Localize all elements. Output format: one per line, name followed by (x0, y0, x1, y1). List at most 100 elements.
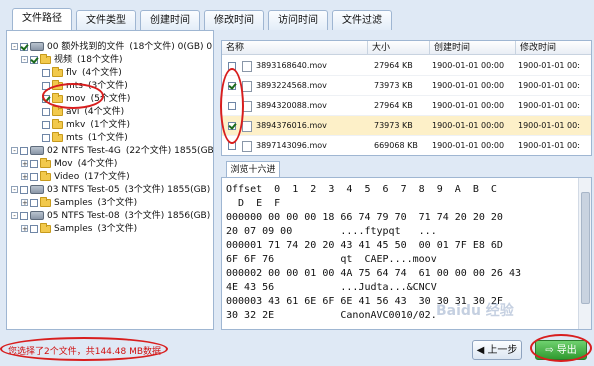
tree-checkbox[interactable] (20, 211, 28, 220)
tab-created-time[interactable]: 创建时间 (140, 10, 200, 30)
file-checkbox[interactable] (228, 61, 236, 70)
file-checkbox-cell (228, 96, 238, 115)
tree-checkbox[interactable] (30, 224, 38, 233)
drive-icon (30, 211, 44, 220)
file-row[interactable]: 3893224568.mov 73973 KB 1900-01-01 00:00 19… (222, 76, 591, 96)
tree-item[interactable]: mkv (1个文件) (33, 118, 130, 131)
tree-checkbox[interactable] (30, 55, 38, 64)
expand-icon[interactable]: + (21, 160, 28, 168)
tree-item-label: mov (66, 94, 86, 104)
tree-item[interactable]: flv (4个文件) (33, 66, 122, 79)
column-header-modified[interactable]: 修改时间 (516, 41, 591, 55)
column-header-size[interactable]: 大小 (368, 41, 430, 55)
tree-item-label: avi (66, 107, 80, 117)
tab-file-type[interactable]: 文件类型 (76, 10, 136, 30)
column-header-name[interactable]: 名称 (222, 41, 368, 55)
tree-checkbox[interactable] (42, 107, 50, 116)
tree-item[interactable]: mov (5个文件) (33, 92, 131, 105)
folder-icon (40, 170, 51, 181)
folder-icon (40, 53, 51, 64)
collapse-icon[interactable]: - (11, 147, 18, 155)
tree-item-count: (17个文件) (84, 172, 130, 182)
prev-button[interactable]: ◀ 上一步 (472, 340, 522, 360)
file-icon (242, 141, 252, 152)
file-row[interactable]: 3897143096.mov 669068 KB 1900-01-01 00:00 1… (222, 136, 591, 155)
hex-line: 000000 00 00 00 18 66 74 79 70 71 74 20 … (226, 212, 503, 223)
collapse-icon[interactable]: - (11, 186, 18, 194)
tree-item[interactable]: + Samples (3个文件) (21, 196, 138, 209)
tree-item[interactable]: avi (4个文件) (33, 105, 124, 118)
tree-checkbox[interactable] (30, 159, 38, 168)
tree-item[interactable]: + Video (17个文件) (21, 170, 130, 183)
file-modified-cell: 1900-01-01 00: (518, 141, 580, 150)
file-size-cell: 73973 KB (374, 81, 413, 90)
tree-item[interactable]: mts (3个文件) (33, 79, 128, 92)
tree-checkbox[interactable] (20, 42, 28, 51)
tree-item-label: mts (66, 81, 83, 91)
arrow-left-icon: ◀ (476, 345, 488, 356)
hex-line: 6F 6F 76 qt CAEP....moov (226, 254, 437, 265)
tree-item-label: 05 NTFS Test-08 (47, 211, 120, 221)
tree-item[interactable]: - 03 NTFS Test-05 (3个文件) 1855(GB) 0 (11, 184, 214, 196)
tree-item[interactable]: - 02 NTFS Test-4G (22个文件) 1855(GB) 0 (11, 145, 213, 157)
tab-accessed-time[interactable]: 访问时间 (268, 10, 328, 30)
tree-item-count: (3个文件) (97, 198, 138, 208)
tree-item[interactable]: mts (1个文件) (33, 131, 128, 144)
export-button[interactable]: ⇨ 导出 (535, 340, 587, 360)
expand-icon[interactable]: + (21, 199, 28, 207)
tree-item-count: (5个文件) (90, 94, 131, 104)
tree-checkbox[interactable] (42, 68, 50, 77)
tab-file-filter[interactable]: 文件过滤 (332, 10, 392, 30)
tree-checkbox[interactable] (42, 81, 50, 90)
expand-icon[interactable]: + (21, 173, 28, 181)
hex-line: Offset 0 1 2 3 4 5 6 7 8 9 A B C (226, 184, 497, 195)
tree-item-label: 00 额外找到的文件 (47, 42, 125, 52)
tree-checkbox[interactable] (20, 185, 28, 194)
collapse-icon[interactable]: - (21, 56, 28, 64)
file-checkbox[interactable] (228, 141, 236, 150)
tree-checkbox[interactable] (42, 94, 50, 103)
hex-view-panel: Offset 0 1 2 3 4 5 6 7 8 9 A B C D E F 00… (221, 177, 592, 330)
export-button-label: 导出 (556, 345, 577, 356)
file-row[interactable]: 3894320088.mov 27964 KB 1900-01-01 00:00 19… (222, 96, 591, 116)
scrollbar-thumb[interactable] (581, 192, 590, 304)
file-icon (242, 81, 252, 92)
hex-scrollbar[interactable] (578, 178, 591, 329)
tab-modified-time[interactable]: 修改时间 (204, 10, 264, 30)
tree-item[interactable]: - 05 NTFS Test-08 (3个文件) 1856(GB) 0 (11, 210, 213, 222)
tree-item[interactable]: - 视频 (18个文件) (21, 53, 123, 66)
folder-icon (52, 66, 63, 77)
tab-file-path[interactable]: 文件路径 (12, 8, 72, 31)
tree-item[interactable]: - 00 额外找到的文件 (18个文件) 0(GB) 0 (11, 41, 212, 53)
tree-item-count: (18个文件) 0(GB) 0 (129, 42, 213, 52)
column-header-created[interactable]: 创建时间 (430, 41, 516, 55)
hex-line: 000002 00 00 01 00 4A 75 64 74 61 00 00 … (226, 268, 522, 279)
tab-hex-view[interactable]: 浏览十六进制 (226, 161, 280, 191)
tree-item-count: (3个文件) 1855(GB) 0 (124, 185, 214, 195)
file-checkbox[interactable] (228, 101, 236, 110)
expand-icon[interactable]: + (21, 225, 28, 233)
file-row[interactable]: 3894376016.mov 73973 KB 1900-01-01 00:00 19… (222, 116, 591, 136)
hex-line: 20 07 09 00 ....ftypqt ... (226, 226, 437, 237)
hex-line: 4E 43 56 ...Judta...&CNCV (226, 282, 437, 293)
export-icon: ⇨ (545, 345, 557, 356)
file-row[interactable]: 3893168640.mov 27964 KB 1900-01-01 00:00 19… (222, 56, 591, 76)
collapse-icon[interactable]: - (11, 212, 18, 220)
tree-checkbox[interactable] (42, 120, 50, 129)
file-checkbox[interactable] (228, 81, 236, 90)
folder-icon (52, 79, 63, 90)
collapse-icon[interactable]: - (11, 43, 18, 51)
file-checkbox[interactable] (228, 121, 236, 130)
tree-checkbox[interactable] (20, 146, 28, 155)
tree-checkbox[interactable] (30, 172, 38, 181)
tree-item[interactable]: + Samples (3个文件) (21, 222, 137, 235)
tree-checkbox[interactable] (42, 133, 50, 142)
file-modified-cell: 1900-01-01 00: (518, 121, 580, 130)
file-created-cell: 1900-01-01 00:00 (432, 121, 505, 130)
file-list: 名称 大小 创建时间 修改时间 3893168640.mov 27964 KB 19… (221, 40, 592, 156)
tree-item-label: 03 NTFS Test-05 (47, 185, 120, 195)
file-checkbox-cell (228, 56, 238, 75)
tree-item-label: flv (66, 68, 77, 78)
tree-checkbox[interactable] (30, 198, 38, 207)
tree-item[interactable]: + Mov (4个文件) (21, 157, 117, 170)
